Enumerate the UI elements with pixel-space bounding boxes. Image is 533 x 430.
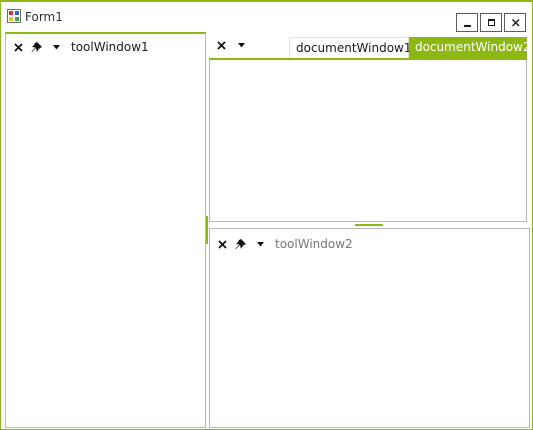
pin-icon[interactable] <box>234 237 248 251</box>
tool-window-2-header: toolWindow2 <box>210 231 353 257</box>
minimize-button[interactable] <box>456 13 478 32</box>
tool-window-1-header: toolWindow1 <box>6 34 149 60</box>
window-title: Form1 <box>25 10 63 24</box>
tab-document-window-2[interactable]: documentWindow2 <box>409 37 531 58</box>
document-tab-strip: documentWindow1 documentWindow2 <box>209 32 531 60</box>
document-window-content[interactable] <box>209 60 527 222</box>
maximize-button[interactable] <box>480 13 502 32</box>
dropdown-icon[interactable] <box>253 237 267 251</box>
close-icon <box>512 19 520 27</box>
app-form-icon <box>7 8 21 23</box>
horizontal-splitter-grip[interactable] <box>355 224 383 226</box>
pin-icon[interactable] <box>30 40 44 54</box>
close-window-button[interactable] <box>504 13 526 32</box>
dropdown-icon[interactable] <box>49 40 63 54</box>
close-icon[interactable] <box>11 40 25 54</box>
minimize-icon <box>464 25 471 27</box>
vertical-splitter-grip[interactable] <box>206 216 208 244</box>
tool-window-1[interactable]: toolWindow1 <box>5 32 206 428</box>
main-form-window: Form1 toolWindow1 documentWindow1 docume… <box>0 0 533 430</box>
maximize-icon <box>488 19 495 26</box>
tool-window-2[interactable]: toolWindow2 <box>209 228 530 428</box>
dropdown-icon[interactable] <box>234 38 248 52</box>
close-icon[interactable] <box>214 38 228 52</box>
tool-window-1-title: toolWindow1 <box>71 40 149 54</box>
tool-window-2-title: toolWindow2 <box>275 237 353 251</box>
window-controls <box>456 13 526 32</box>
tab-document-window-1[interactable]: documentWindow1 <box>289 37 412 58</box>
close-icon[interactable] <box>215 237 229 251</box>
